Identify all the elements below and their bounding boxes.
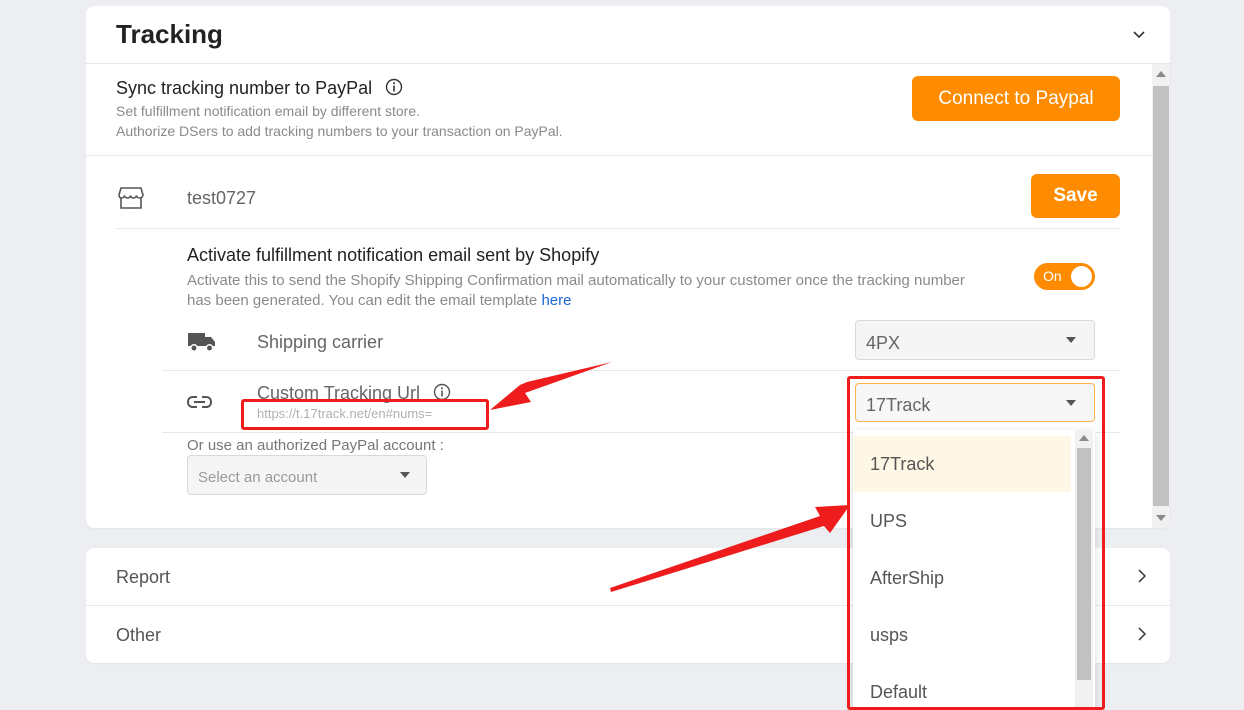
- annotation-arrows: [490, 362, 850, 592]
- arrow-to-dropdown: [610, 505, 850, 592]
- arrow-to-url: [490, 362, 612, 410]
